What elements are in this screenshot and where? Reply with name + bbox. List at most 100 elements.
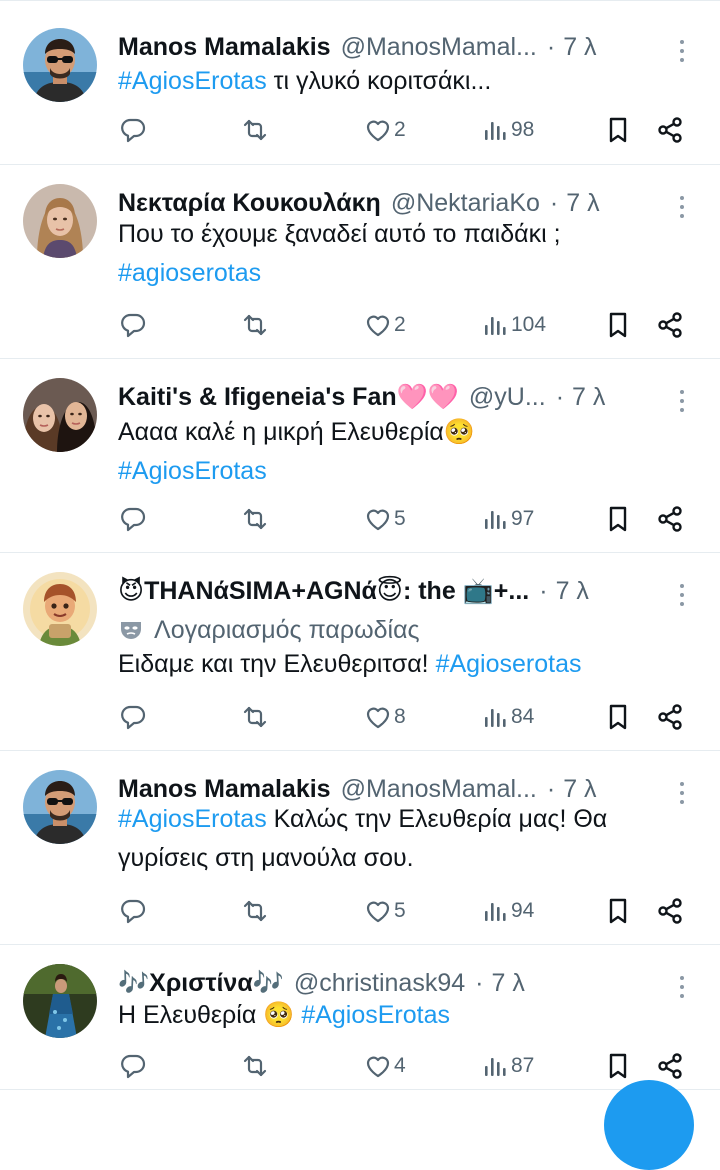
- display-name[interactable]: Kaiti's & Ifigeneia's Fan🩷🩷: [118, 382, 459, 412]
- separator-dot: ·: [539, 576, 548, 605]
- avatar[interactable]: [23, 572, 97, 646]
- display-name-text: Manos Mamalakis: [118, 774, 331, 803]
- tweet-text-line: Η Ελευθερία 🥺 #AgiosErotas: [118, 995, 678, 1035]
- bookmark-button[interactable]: [604, 891, 632, 931]
- share-button[interactable]: [656, 110, 684, 150]
- retweet-button[interactable]: [241, 499, 269, 539]
- hashtag-link[interactable]: #AgiosErotas: [118, 67, 267, 95]
- display-name-text: Kaiti's & Ifigeneia's Fan: [118, 383, 397, 411]
- reply-button[interactable]: [119, 305, 147, 345]
- views-button[interactable]: 87: [481, 1046, 534, 1086]
- user-handle[interactable]: @yU...: [469, 383, 546, 412]
- bookmark-button[interactable]: [604, 305, 632, 345]
- count: 2: [394, 118, 406, 141]
- views-button[interactable]: 98: [481, 110, 534, 150]
- hashtag-link[interactable]: #AgiosErotas: [118, 457, 267, 485]
- user-handle[interactable]: @ManosMamal...: [341, 33, 537, 62]
- like-button[interactable]: 5: [364, 499, 406, 539]
- like-button[interactable]: 8: [364, 697, 406, 737]
- user-handle[interactable]: @NektariaKo: [391, 189, 540, 218]
- tweet-text: #AgiosErotas Καλώς την Ελευθερία μας! Θα…: [118, 800, 678, 878]
- count: 5: [394, 507, 406, 530]
- timestamp[interactable]: 7 λ: [491, 969, 524, 998]
- retweet-button[interactable]: [241, 891, 269, 931]
- avatar[interactable]: [23, 770, 97, 844]
- bookmark-button[interactable]: [604, 499, 632, 539]
- hashtag-link[interactable]: #AgiosErotas: [118, 805, 267, 833]
- reply-button[interactable]: [119, 697, 147, 737]
- mask-icon: [118, 617, 144, 643]
- tweet[interactable]: Νεκταρία Κουκουλάκη @NektariaKo · 7 λ Που το…: [0, 165, 720, 359]
- views-button[interactable]: 84: [481, 697, 534, 737]
- like-button[interactable]: 4: [364, 1046, 406, 1086]
- retweet-button[interactable]: [241, 305, 269, 345]
- text-segment: Ειδαμε και την Ελευθεριτσα!: [118, 650, 436, 678]
- display-name[interactable]: Νεκταρία Κουκουλάκη: [118, 189, 381, 218]
- display-name-text: Νεκταρία Κουκουλάκη: [118, 188, 381, 217]
- reply-button[interactable]: [119, 110, 147, 150]
- bookmark-button[interactable]: [604, 110, 632, 150]
- share-button[interactable]: [656, 499, 684, 539]
- tweet[interactable]: Kaiti's & Ifigeneia's Fan🩷🩷 @yU... · 7 λ Ααα…: [0, 359, 720, 553]
- name-emoji: 🩷🩷: [396, 382, 459, 411]
- hashtag-link[interactable]: #AgiosErotas: [301, 1001, 450, 1029]
- retweet-button[interactable]: [241, 1046, 269, 1086]
- timestamp[interactable]: 7 λ: [566, 189, 599, 218]
- reply-button[interactable]: [119, 1046, 147, 1086]
- hashtag-link[interactable]: #agioserotas: [118, 259, 261, 287]
- tweet[interactable]: Manos Mamalakis @ManosMamal... · 7 λ #AgiosE…: [0, 751, 720, 945]
- compose-button[interactable]: [604, 1080, 694, 1170]
- bookmark-button[interactable]: [604, 1046, 632, 1086]
- like-button[interactable]: 2: [364, 305, 406, 345]
- bookmark-button[interactable]: [604, 697, 632, 737]
- display-name-suffix: : the 📺+...: [402, 577, 530, 605]
- reply-button[interactable]: [119, 499, 147, 539]
- views-button[interactable]: 94: [481, 891, 534, 931]
- avatar[interactable]: [23, 28, 97, 102]
- tweet-text-line: #AgiosErotas: [118, 452, 678, 491]
- reply-icon: [119, 1052, 147, 1080]
- retweet-icon: [241, 311, 269, 339]
- retweet-icon: [241, 897, 269, 925]
- share-button[interactable]: [656, 697, 684, 737]
- share-button[interactable]: [656, 1046, 684, 1086]
- display-name[interactable]: Manos Mamalakis: [118, 33, 331, 62]
- display-name[interactable]: 🎶Χριστίνα🎶: [118, 968, 284, 998]
- tweet[interactable]: 🎶Χριστίνα🎶 @christinask94 · 7 λΗ Ελευθερία …: [0, 945, 720, 1090]
- timestamp[interactable]: 7 λ: [572, 383, 605, 412]
- avatar[interactable]: [23, 964, 97, 1038]
- tweet-text: #AgiosErotas τι γλυκό κοριτσάκι...: [118, 62, 678, 101]
- emoji: 🥺: [263, 1000, 295, 1029]
- views-button[interactable]: 104: [481, 305, 546, 345]
- reply-icon: [119, 505, 147, 533]
- retweet-icon: [241, 1052, 269, 1080]
- tweet-text-line: Ειδαμε και την Ελευθεριτσα! #Agioserotas: [118, 645, 678, 684]
- share-button[interactable]: [656, 305, 684, 345]
- retweet-button[interactable]: [241, 110, 269, 150]
- like-icon: [364, 703, 392, 731]
- like-button[interactable]: 2: [364, 110, 406, 150]
- display-name[interactable]: 😈THANάSIMA+AGNά😇: the 📺+...: [118, 576, 529, 606]
- share-button[interactable]: [656, 891, 684, 931]
- views-icon: [481, 703, 509, 731]
- hashtag-link[interactable]: #Agioserotas: [436, 650, 582, 678]
- avatar[interactable]: [23, 184, 97, 258]
- reply-button[interactable]: [119, 891, 147, 931]
- text-segment: Καλώς την Ελευθερία μας! Θα: [266, 805, 608, 833]
- more-options-icon[interactable]: [672, 581, 692, 611]
- tweet[interactable]: 😈THANάSIMA+AGNά😇: the 📺+... · 7 λ Λογαριασμ…: [0, 553, 720, 751]
- parody-label: Λογαριασμός παρωδίας: [118, 611, 420, 649]
- tweet[interactable]: Manos Mamalakis @ManosMamal... · 7 λ #AgiosE…: [0, 9, 720, 165]
- separator-dot: ·: [475, 968, 484, 997]
- views-button[interactable]: 97: [481, 499, 534, 539]
- like-button[interactable]: 5: [364, 891, 406, 931]
- retweet-button[interactable]: [241, 697, 269, 737]
- avatar[interactable]: [23, 378, 97, 452]
- text-segment: Αααα καλέ η μικρή Ελευθερία: [118, 418, 444, 446]
- timestamp[interactable]: 7 λ: [563, 33, 596, 62]
- timestamp[interactable]: 7 λ: [556, 577, 589, 606]
- count: 5: [394, 899, 406, 922]
- count: 2: [394, 313, 406, 336]
- separator-dot: ·: [555, 382, 565, 411]
- user-handle[interactable]: @christinask94: [294, 969, 465, 998]
